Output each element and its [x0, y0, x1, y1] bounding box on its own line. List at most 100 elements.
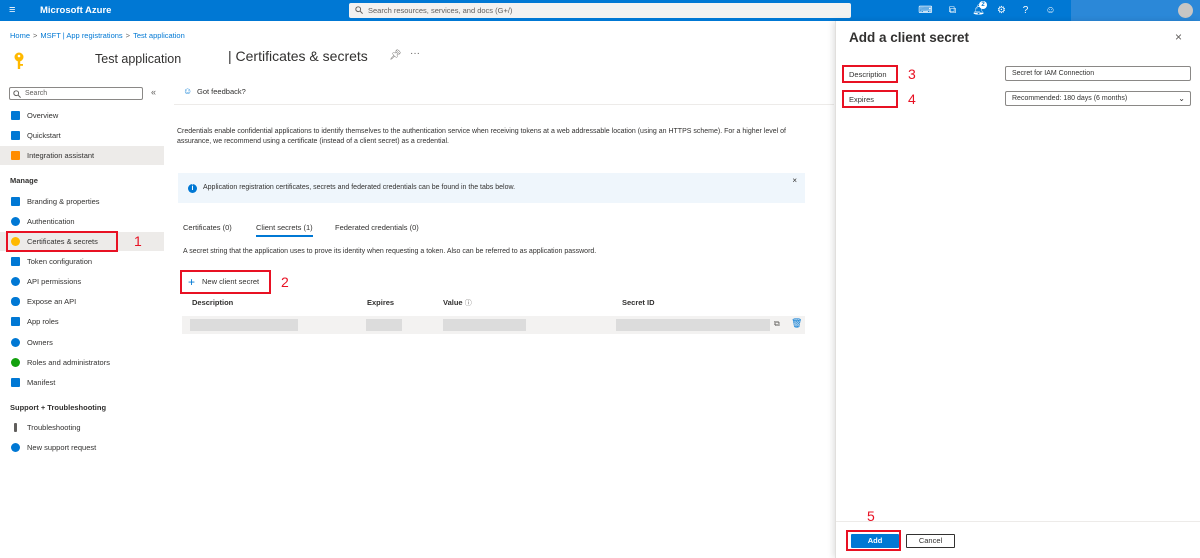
chevron-down-icon: ⌄: [1178, 94, 1185, 103]
global-search-input[interactable]: Search resources, services, and docs (G+…: [349, 3, 851, 18]
token-icon: [11, 257, 20, 266]
help-icon[interactable]: ?: [1018, 3, 1033, 18]
close-icon[interactable]: ×: [1175, 30, 1182, 44]
feedback-icon[interactable]: ☺: [1043, 3, 1058, 18]
plus-icon: +: [188, 275, 196, 289]
expires-select[interactable]: Recommended: 180 days (6 months) ⌄: [1005, 91, 1191, 106]
sidebar-item-owners[interactable]: Owners: [0, 333, 164, 352]
sidebar-item-roles-administrators[interactable]: Roles and administrators: [0, 353, 164, 372]
sidebar-item-overview[interactable]: Overview: [0, 106, 164, 125]
directory-filter-icon[interactable]: ⧉: [945, 3, 960, 18]
sidebar-item-new-support-request[interactable]: New support request: [0, 438, 164, 457]
sidebar-item-label: Overview: [27, 111, 59, 120]
avatar[interactable]: [1178, 3, 1193, 18]
sidebar-search-placeholder: Search: [25, 90, 48, 97]
sidebar-item-manifest[interactable]: Manifest: [0, 373, 164, 392]
info-circle-icon[interactable]: ⓘ: [465, 300, 472, 307]
sidebar-item-label: Roles and administrators: [27, 358, 110, 367]
sidebar-item-label: Troubleshooting: [27, 423, 81, 432]
redacted-value: [443, 319, 526, 331]
cloud-icon: [11, 297, 20, 306]
key-icon: [11, 237, 20, 246]
manifest-icon: [11, 378, 20, 387]
collapse-sidebar-icon[interactable]: «: [151, 87, 156, 97]
sidebar-item-label: Quickstart: [27, 131, 61, 140]
add-client-secret-panel: Add a client secret × Description Secret…: [835, 21, 1200, 558]
table-row: ⧉ 🗑︎: [182, 316, 805, 334]
sidebar-item-expose-an-api[interactable]: Expose an API: [0, 292, 164, 311]
annotation-number-2: 2: [281, 274, 289, 290]
sidebar-item-label: New support request: [27, 443, 97, 452]
tab-certificates[interactable]: Certificates (0): [183, 223, 232, 232]
brand-name[interactable]: Microsoft Azure: [40, 4, 111, 17]
sidebar-item-label: Expose an API: [27, 297, 77, 306]
sidebar-search-input[interactable]: Search: [9, 87, 143, 100]
support-request-icon: [11, 443, 20, 452]
breadcrumb-app-registrations[interactable]: MSFT | App registrations: [40, 31, 122, 40]
column-header-description: Description: [192, 298, 234, 307]
annotation-number-3: 3: [908, 66, 916, 82]
breadcrumb-separator: >: [125, 31, 131, 40]
sidebar-item-branding[interactable]: Branding & properties: [0, 192, 164, 211]
breadcrumb-separator: >: [33, 31, 38, 40]
panel-title: Add a client secret: [849, 30, 970, 45]
notification-count-badge: 2: [979, 1, 987, 9]
column-header-value-label: Value: [443, 298, 463, 307]
expires-selected-value: Recommended: 180 days (6 months): [1012, 95, 1128, 102]
sidebar-item-api-permissions[interactable]: API permissions: [0, 272, 164, 291]
branding-icon: [11, 197, 20, 206]
sidebar-item-label: Certificates & secrets: [27, 237, 98, 246]
sidebar-item-label: Branding & properties: [27, 197, 100, 206]
info-icon: i: [188, 184, 197, 193]
sidebar-item-app-roles[interactable]: App roles: [0, 312, 164, 331]
feedback-icon: ☺: [183, 86, 193, 96]
roles-icon: [11, 358, 20, 367]
sidebar-item-quickstart[interactable]: Quickstart: [0, 126, 164, 145]
feedback-label: Got feedback?: [197, 87, 246, 96]
sidebar-item-label: Token configuration: [27, 257, 93, 266]
breadcrumb-home[interactable]: Home: [10, 31, 30, 40]
cloud-shell-icon[interactable]: ⌨: [918, 3, 933, 18]
add-button[interactable]: Add: [851, 534, 899, 548]
page-description: Credentials enable confidential applicat…: [177, 128, 786, 145]
sidebar-item-token-configuration[interactable]: Token configuration: [0, 252, 164, 271]
sidebar-heading-support: Support + Troubleshooting: [10, 403, 107, 412]
hamburger-menu-icon[interactable]: ≡: [9, 4, 15, 17]
annotation-number-5: 5: [867, 508, 875, 524]
tab-client-secrets[interactable]: Client secrets (1): [256, 223, 313, 237]
column-header-expires: Expires: [367, 298, 395, 307]
cancel-button[interactable]: Cancel: [906, 534, 955, 548]
column-header-secret-id: Secret ID: [622, 298, 655, 307]
info-banner-text: Application registration certificates, s…: [203, 184, 516, 191]
feedback-link[interactable]: ☺ Got feedback?: [183, 86, 246, 96]
settings-icon[interactable]: ⚙: [994, 3, 1009, 18]
sidebar-item-integration-assistant[interactable]: Integration assistant: [0, 146, 164, 165]
column-header-value: Value ⓘ: [443, 298, 472, 308]
rocket-icon: [11, 151, 20, 160]
redacted-secret-id: [616, 319, 770, 331]
sidebar-item-label: API permissions: [27, 277, 82, 286]
description-input[interactable]: Secret for IAM Connection: [1005, 66, 1191, 81]
close-icon[interactable]: ×: [792, 166, 797, 196]
pin-icon[interactable]: 📌︎: [389, 50, 402, 61]
copy-icon[interactable]: ⧉: [774, 319, 780, 329]
breadcrumb-current[interactable]: Test application: [133, 31, 185, 40]
redacted-description: [190, 319, 298, 331]
tab-federated-credentials[interactable]: Federated credentials (0): [335, 223, 419, 232]
search-icon: [355, 6, 363, 14]
sidebar-item-label: Integration assistant: [27, 151, 95, 160]
sidebar-item-troubleshooting[interactable]: Troubleshooting: [0, 418, 164, 437]
info-banner: i Application registration certificates,…: [178, 173, 805, 203]
more-options-icon[interactable]: ···: [410, 48, 420, 59]
delete-icon[interactable]: 🗑︎: [791, 318, 802, 329]
description-label: Description: [849, 70, 887, 79]
new-client-secret-button[interactable]: + New client secret: [182, 272, 270, 292]
owners-icon: [11, 338, 20, 347]
wrench-icon: [14, 423, 17, 432]
sidebar-item-authentication[interactable]: Authentication: [0, 212, 164, 231]
app-roles-icon: [11, 317, 20, 326]
sidebar-item-label: App roles: [27, 317, 59, 326]
panel-footer-divider: [836, 521, 1200, 522]
breadcrumb: Home > MSFT | App registrations > Test appli…: [10, 31, 185, 40]
app-key-icon: [14, 52, 24, 69]
